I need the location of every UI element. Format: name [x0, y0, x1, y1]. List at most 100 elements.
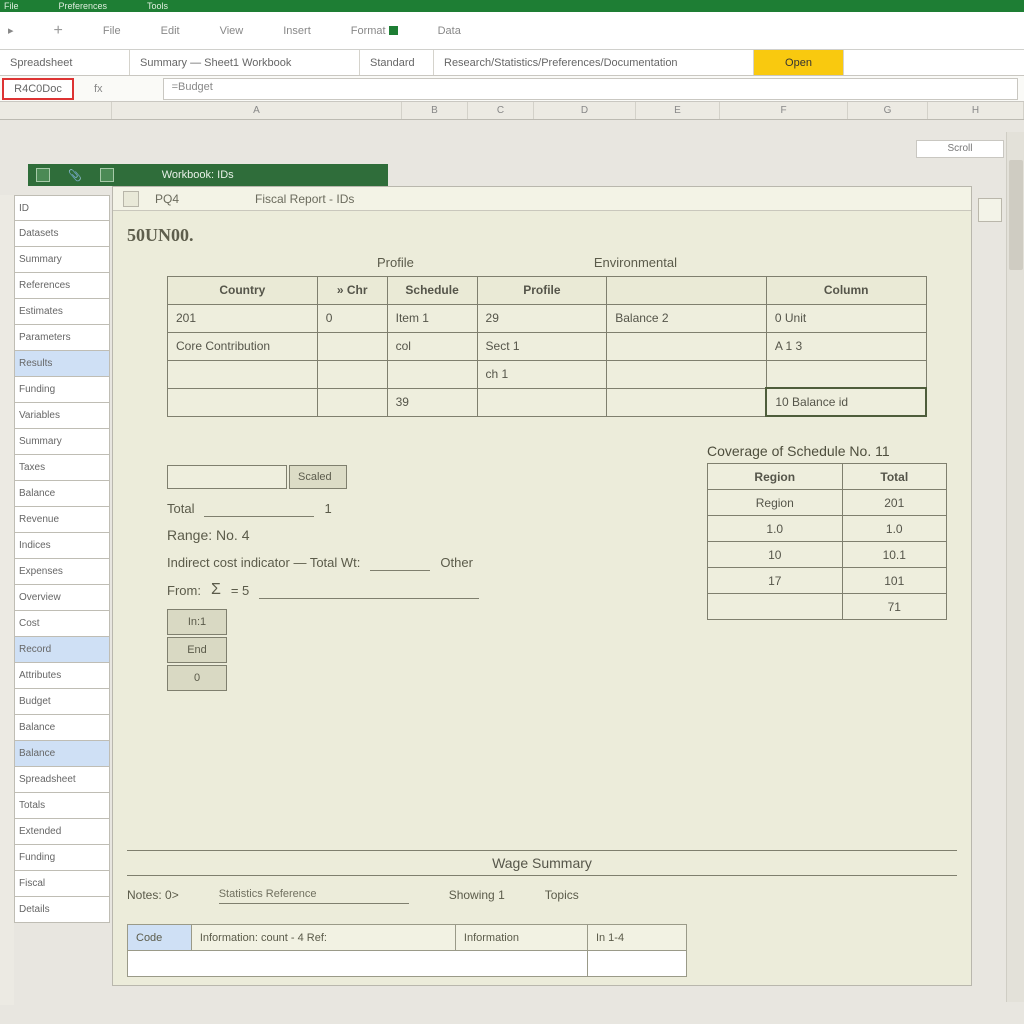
main-table-cell[interactable]: 39: [387, 388, 477, 416]
ribbon-view[interactable]: View: [214, 23, 250, 39]
coverage-table[interactable]: Region Total Region2011.01.01010.1171017…: [707, 463, 947, 620]
footer-notes-input[interactable]: Statistics Reference: [219, 886, 409, 904]
main-table-cell[interactable]: [387, 360, 477, 388]
sidebar-item-funding[interactable]: Funding: [14, 845, 110, 871]
tab-open[interactable]: Open: [754, 50, 844, 75]
tab-standard[interactable]: Standard: [360, 50, 434, 75]
foot-empty[interactable]: [128, 951, 588, 977]
stack-box[interactable]: In:1: [167, 609, 227, 635]
coverage-cell[interactable]: [708, 594, 843, 620]
footer-title: Wage Summary: [127, 850, 957, 876]
coverage-cell[interactable]: 1.0: [842, 516, 946, 542]
coverage-cell[interactable]: Region: [708, 490, 843, 516]
sidebar-item-details[interactable]: Details: [14, 897, 110, 923]
add-sheet-button[interactable]: +: [48, 20, 69, 42]
stack-box[interactable]: End: [167, 637, 227, 663]
sidebar-item-extended[interactable]: Extended: [14, 819, 110, 845]
main-table-cell[interactable]: 0: [317, 304, 387, 332]
ribbon-data[interactable]: Data: [432, 23, 467, 39]
ribbon-insert[interactable]: Insert: [277, 23, 317, 39]
coverage-cell[interactable]: 17: [708, 568, 843, 594]
sidebar-item-summary[interactable]: Summary: [14, 429, 110, 455]
sidebar-item-taxes[interactable]: Taxes: [14, 455, 110, 481]
footer-table[interactable]: Code Information: count - 4 Ref: Informa…: [127, 924, 687, 977]
total-input[interactable]: [204, 499, 314, 517]
formula-bar[interactable]: =Budget: [163, 78, 1018, 100]
main-table-cell[interactable]: [317, 332, 387, 360]
sidebar-item-balance[interactable]: Balance: [14, 741, 110, 767]
main-table-cell[interactable]: [317, 388, 387, 416]
main-table-cell[interactable]: ch 1: [477, 360, 607, 388]
tab-research[interactable]: Research/Statistics/Preferences/Document…: [434, 50, 754, 75]
sidebar-item-datasets[interactable]: Datasets: [14, 221, 110, 247]
sidebar-item-budget[interactable]: Budget: [14, 689, 110, 715]
sidebar-item-spreadsheet[interactable]: Spreadsheet: [14, 767, 110, 793]
coverage-cell[interactable]: 1.0: [708, 516, 843, 542]
main-table-cell[interactable]: Sect 1: [477, 332, 607, 360]
sidebar-item-balance[interactable]: Balance: [14, 715, 110, 741]
main-table-cell[interactable]: 10 Balance id: [766, 388, 926, 416]
sidebar-item-overview[interactable]: Overview: [14, 585, 110, 611]
vertical-scrollbar[interactable]: [1006, 132, 1024, 1002]
sidebar-item-balance[interactable]: Balance: [14, 481, 110, 507]
main-table-cell[interactable]: A 1 3: [766, 332, 926, 360]
indirect-input[interactable]: [370, 553, 430, 571]
menu-prefs[interactable]: Preferences: [59, 1, 108, 11]
sidebar-item-estimates[interactable]: Estimates: [14, 299, 110, 325]
main-table-cell[interactable]: 29: [477, 304, 607, 332]
main-table-cell[interactable]: [168, 360, 318, 388]
tab-spreadsheet[interactable]: Spreadsheet: [0, 50, 130, 75]
main-table-cell[interactable]: Item 1: [387, 304, 477, 332]
main-table-cell[interactable]: [766, 360, 926, 388]
sidebar-item-fiscal[interactable]: Fiscal: [14, 871, 110, 897]
main-table-cell[interactable]: Balance 2: [607, 304, 767, 332]
sidebar-item-variables[interactable]: Variables: [14, 403, 110, 429]
menu-tools[interactable]: Tools: [147, 1, 168, 11]
main-table[interactable]: Country» ChrScheduleProfileColumn 2010It…: [167, 276, 927, 418]
name-box[interactable]: R4C0Doc: [2, 78, 74, 100]
stack-box[interactable]: 0: [167, 665, 227, 691]
scrollbar-thumb[interactable]: [1009, 160, 1023, 270]
main-table-cell[interactable]: [607, 332, 767, 360]
sidebar-item-indices[interactable]: Indices: [14, 533, 110, 559]
menu-file[interactable]: File: [4, 1, 19, 11]
sidebar-item-funding[interactable]: Funding: [14, 377, 110, 403]
row-gutter[interactable]: [0, 195, 14, 1005]
sidebar-item-revenue[interactable]: Revenue: [14, 507, 110, 533]
main-table-cell[interactable]: Core Contribution: [168, 332, 318, 360]
sidebar-item-summary[interactable]: Summary: [14, 247, 110, 273]
main-table-cell[interactable]: [607, 388, 767, 416]
side-panel-toggle[interactable]: [978, 198, 1002, 222]
pair-input-right[interactable]: Scaled: [289, 465, 347, 489]
sidebar-item-totals[interactable]: Totals: [14, 793, 110, 819]
sidebar-item-attributes[interactable]: Attributes: [14, 663, 110, 689]
coverage-cell[interactable]: 71: [842, 594, 946, 620]
sidebar-item-cost[interactable]: Cost: [14, 611, 110, 637]
coverage-cell[interactable]: 201: [842, 490, 946, 516]
coverage-cell[interactable]: 10.1: [842, 542, 946, 568]
main-table-cell[interactable]: [317, 360, 387, 388]
ribbon-file[interactable]: File: [97, 23, 127, 39]
ribbon-format[interactable]: Format: [345, 23, 404, 39]
main-table-cell[interactable]: [607, 360, 767, 388]
coverage-cell[interactable]: 10: [708, 542, 843, 568]
sheet-nav-prev[interactable]: ▸: [2, 22, 20, 39]
sidebar-item-references[interactable]: References: [14, 273, 110, 299]
pair-input-left[interactable]: [167, 465, 287, 489]
tab-summary[interactable]: Summary — Sheet1 Workbook: [130, 50, 360, 75]
main-table-cell[interactable]: [168, 388, 318, 416]
column-headers[interactable]: A B C D E F G H: [0, 102, 1024, 120]
main-table-cell[interactable]: 0 Unit: [766, 304, 926, 332]
sidebar-item-record[interactable]: Record: [14, 637, 110, 663]
sidebar-item-id[interactable]: ID: [14, 195, 110, 221]
sidebar-item-parameters[interactable]: Parameters: [14, 325, 110, 351]
sidebar-item-expenses[interactable]: Expenses: [14, 559, 110, 585]
coverage-cell[interactable]: 101: [842, 568, 946, 594]
main-table-cell[interactable]: 201: [168, 304, 318, 332]
from-input[interactable]: [259, 581, 479, 599]
foot-empty-2[interactable]: [587, 951, 686, 977]
main-table-cell[interactable]: col: [387, 332, 477, 360]
main-table-cell[interactable]: [477, 388, 607, 416]
sidebar-item-results[interactable]: Results: [14, 351, 110, 377]
ribbon-edit[interactable]: Edit: [155, 23, 186, 39]
